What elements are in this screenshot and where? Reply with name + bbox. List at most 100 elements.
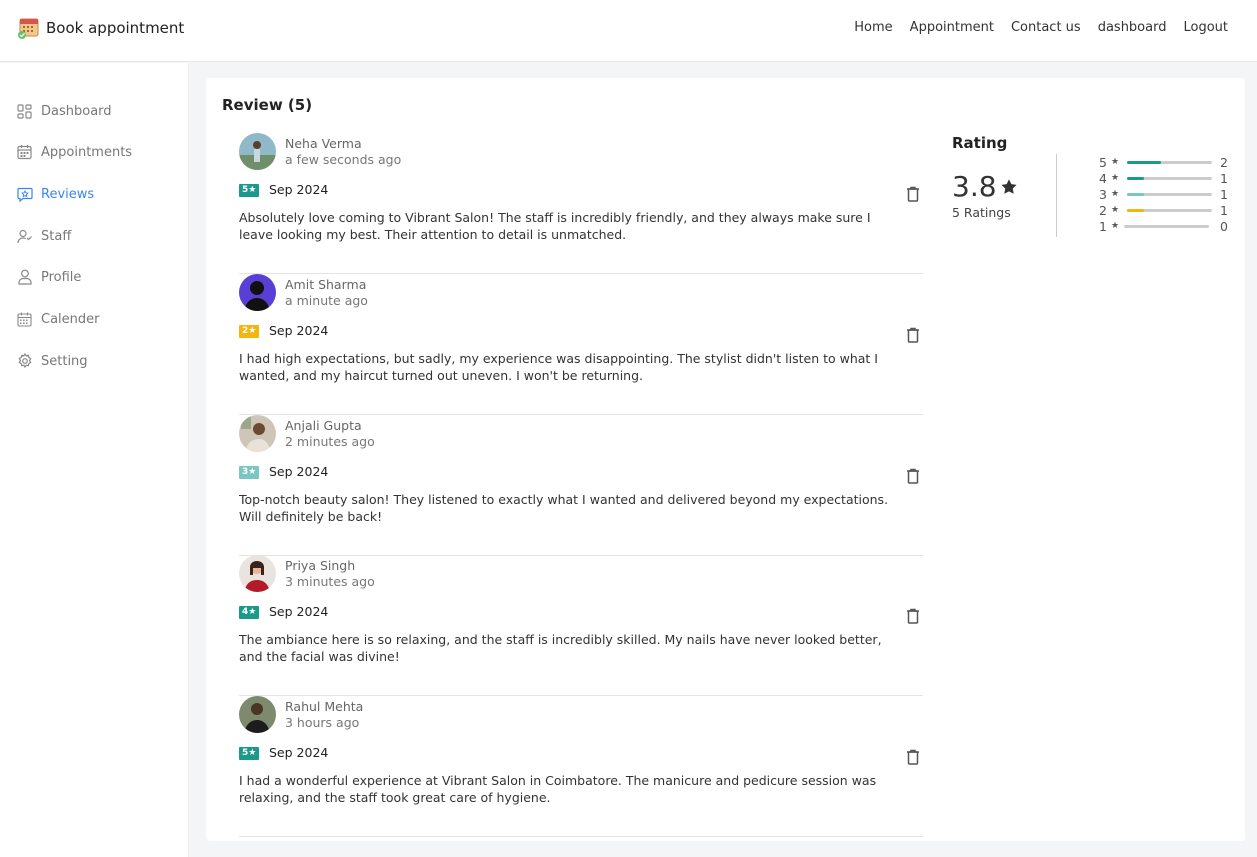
rating-count: 5 Ratings xyxy=(952,205,1011,220)
dashboard-icon xyxy=(16,103,33,120)
sidebar-item-label: Profile xyxy=(41,269,82,285)
gear-icon xyxy=(16,353,33,370)
rating-title: Rating xyxy=(952,134,1008,152)
review-item: Priya Singh 3 minutes ago 4★ Sep 2024 Th… xyxy=(239,555,923,696)
review-time: 3 hours ago xyxy=(285,715,360,730)
reviewer-name: Amit Sharma xyxy=(285,277,367,292)
review-time: 3 minutes ago xyxy=(285,574,375,589)
review-text: I had high expectations, but sadly, my e… xyxy=(239,351,878,383)
distribution-bar xyxy=(1127,161,1212,164)
delete-review-button[interactable] xyxy=(906,608,920,624)
brand-name: Book appointment xyxy=(46,19,185,37)
delete-review-button[interactable] xyxy=(906,749,920,765)
distribution-bar xyxy=(1124,225,1209,228)
star-count: 1 xyxy=(1220,171,1228,186)
rating-distribution-row: 3 ★ 1 xyxy=(1099,187,1229,202)
review-date: Sep 2024 xyxy=(269,323,329,338)
star-count: 0 xyxy=(1220,219,1228,234)
rating-badge: 3★ xyxy=(239,466,260,479)
rating-badge: 4★ xyxy=(239,606,260,619)
distribution-bar-fill xyxy=(1127,193,1144,196)
avatar xyxy=(239,696,276,733)
sidebar-item-label: Staff xyxy=(41,228,72,244)
delete-review-button[interactable] xyxy=(906,327,920,343)
review-text: Top-notch beauty salon! They listened to… xyxy=(239,492,889,524)
distribution-bar-fill xyxy=(1127,177,1144,180)
rating-badge: 2★ xyxy=(239,325,260,338)
nav-appointment[interactable]: Appointment xyxy=(910,20,994,35)
star-level: 2 xyxy=(1099,203,1107,218)
distribution-bar xyxy=(1127,177,1212,180)
sidebar-item-label: Appointments xyxy=(41,144,133,160)
star-count: 1 xyxy=(1220,203,1228,218)
brand[interactable]: Book appointment xyxy=(17,16,184,40)
distribution-bar-fill xyxy=(1127,161,1161,164)
sidebar: Dashboard Appointments Reviews Staff Pro… xyxy=(0,63,189,857)
delete-review-button[interactable] xyxy=(906,468,920,484)
sidebar-item-reviews[interactable]: Reviews xyxy=(16,184,94,204)
nav-home[interactable]: Home xyxy=(854,20,892,35)
nav-dashboard[interactable]: dashboard xyxy=(1098,20,1167,35)
review-icon xyxy=(16,186,33,203)
rating-badge: 5★ xyxy=(239,747,260,760)
nav-links: Home Appointment Contact us dashboard Lo… xyxy=(854,20,1228,35)
review-date: Sep 2024 xyxy=(269,745,329,760)
sidebar-item-calender[interactable]: Calender xyxy=(16,309,100,329)
sidebar-item-appointments[interactable]: Appointments xyxy=(16,142,132,162)
average-rating: 3.8 xyxy=(952,170,1018,203)
reviewer-name: Rahul Mehta xyxy=(285,699,364,714)
page-title: Review (5) xyxy=(222,96,313,114)
rating-distribution-row: 4 ★ 1 xyxy=(1099,171,1229,186)
profile-icon xyxy=(16,269,33,286)
sidebar-item-staff[interactable]: Staff xyxy=(16,226,71,246)
star-count: 1 xyxy=(1220,187,1228,202)
star-level: 3 xyxy=(1099,187,1107,202)
review-time: 2 minutes ago xyxy=(285,434,375,449)
review-date: Sep 2024 xyxy=(269,464,329,479)
star-icon: ★ xyxy=(1111,205,1120,215)
nav-contact-us[interactable]: Contact us xyxy=(1011,20,1081,35)
average-rating-value: 3.8 xyxy=(952,170,997,203)
rating-distribution-row: 1 ★ 0 xyxy=(1099,219,1229,234)
calendar-logo-icon xyxy=(17,16,40,40)
sidebar-item-setting[interactable]: Setting xyxy=(16,351,88,371)
review-item: Amit Sharma a minute ago 2★ Sep 2024 I h… xyxy=(239,274,923,415)
delete-review-button[interactable] xyxy=(906,186,920,202)
avatar xyxy=(239,133,276,170)
review-time: a minute ago xyxy=(285,293,368,308)
distribution-bar-fill xyxy=(1127,209,1144,212)
reviewer-name: Priya Singh xyxy=(285,558,356,573)
star-level: 1 xyxy=(1099,219,1107,234)
review-time: a few seconds ago xyxy=(285,152,402,167)
top-navbar: Book appointment Home Appointment Contac… xyxy=(0,0,1257,62)
staff-icon xyxy=(16,228,33,245)
star-icon: ★ xyxy=(1111,157,1120,167)
avatar xyxy=(239,274,276,311)
sidebar-item-label: Calender xyxy=(41,311,100,327)
review-text: I had a wonderful experience at Vibrant … xyxy=(239,773,877,805)
avatar xyxy=(239,555,276,592)
avatar xyxy=(239,415,276,452)
sidebar-item-label: Dashboard xyxy=(41,103,112,119)
review-text: The ambiance here is so relaxing, and th… xyxy=(239,632,882,664)
rating-distribution-row: 2 ★ 1 xyxy=(1099,203,1229,218)
star-icon: ★ xyxy=(1111,189,1120,199)
distribution-bar xyxy=(1127,193,1212,196)
star-icon xyxy=(1000,170,1018,203)
sidebar-item-profile[interactable]: Profile xyxy=(16,267,81,287)
calendar-grid-icon xyxy=(16,311,33,328)
review-date: Sep 2024 xyxy=(269,182,329,197)
star-count: 2 xyxy=(1220,155,1228,170)
rating-divider xyxy=(1056,154,1057,237)
sidebar-item-label: Setting xyxy=(41,353,88,369)
calendar-icon xyxy=(16,144,33,161)
review-item: Rahul Mehta 3 hours ago 5★ Sep 2024 I ha… xyxy=(239,696,923,837)
star-level: 5 xyxy=(1099,155,1107,170)
sidebar-item-label: Reviews xyxy=(41,186,95,202)
review-text: Absolutely love coming to Vibrant Salon!… xyxy=(239,210,871,242)
sidebar-item-dashboard[interactable]: Dashboard xyxy=(16,101,112,121)
reviews-panel: Review (5) Neha Verma a few seconds ago … xyxy=(206,78,1245,841)
rating-distribution-row: 5 ★ 2 xyxy=(1099,155,1229,170)
nav-logout[interactable]: Logout xyxy=(1183,20,1228,35)
review-date: Sep 2024 xyxy=(269,604,329,619)
